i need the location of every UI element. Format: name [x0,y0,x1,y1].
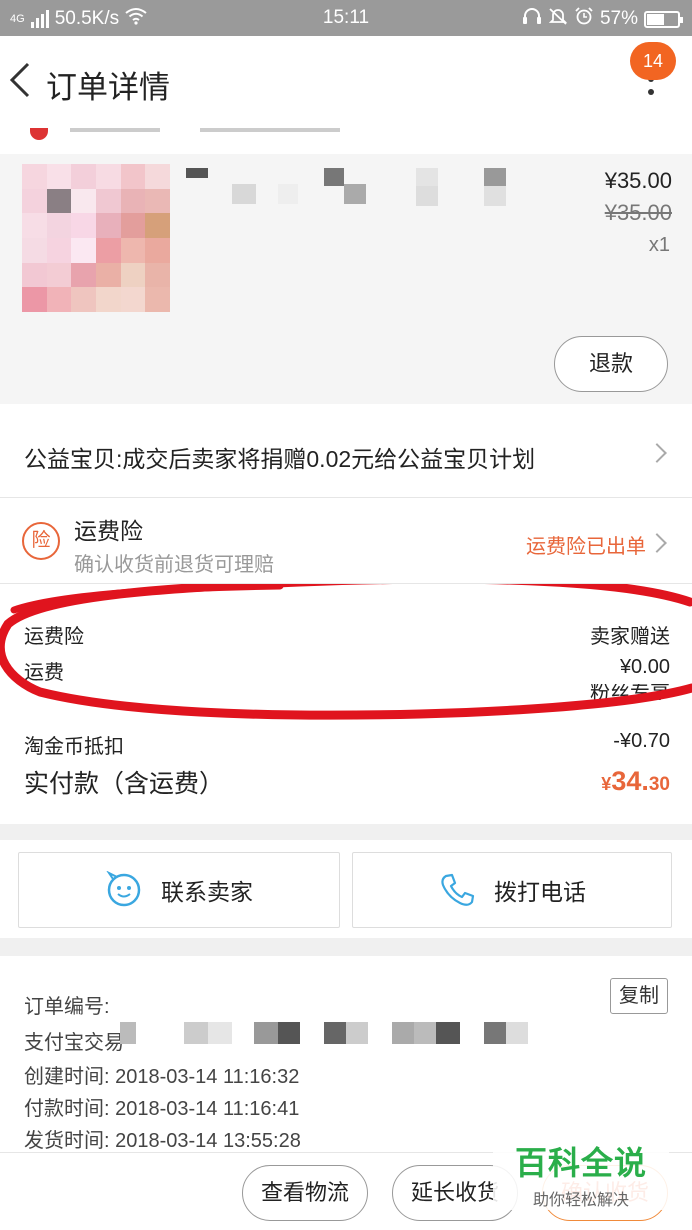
shop-row[interactable] [0,128,692,154]
fee-row: 淘金币抵扣 -¥0.70 [24,730,670,759]
fee-value: -¥0.70 [613,730,670,752]
contact-seller-button[interactable]: 联系卖家 [18,852,340,928]
product-title-blurred [186,168,546,228]
alipay-trade-label: 支付宝交易 [24,1032,124,1054]
fee-row: 运费险 卖家赠送 [24,620,670,649]
alipay-number-blurred [436,1022,460,1044]
shipped-time: 发货时间: 2018-03-14 13:55:28 [24,1130,301,1152]
insurance-title: 运费险 [74,518,143,544]
phone-icon [441,873,475,906]
fee-row: 运费 ¥0.00 [24,656,670,685]
insurance-status: 运费险已出单 [526,536,646,558]
message-count-badge[interactable]: 14 [630,42,676,80]
call-phone-button[interactable]: 拨打电话 [352,852,672,928]
alipay-number-blurred [120,1022,136,1044]
status-bar: 4G 50.5K/s 15:11 57% [0,0,692,36]
charity-text: 公益宝贝:成交后卖家将捐赠0.02元给公益宝贝计划 [24,446,536,472]
mute-bell-icon [548,7,568,31]
alipay-number-blurred [278,1022,300,1044]
chevron-right-icon [647,443,667,463]
product-price: ¥35.00 [604,168,672,193]
alipay-number-blurred [324,1022,346,1044]
product-item[interactable]: ¥35.00 ¥35.00 x1 退款 [0,154,692,404]
alarm-icon [574,7,594,31]
battery-percent: 57% [599,8,638,29]
shop-name-blurred [200,128,340,132]
fee-label: 运费 [24,662,64,684]
fee-value: 卖家赠送 [590,626,670,648]
insurance-subtitle: 确认收货前退货可理赔 [74,554,274,576]
headset-icon [522,7,542,31]
watermark-logo: 百科全说 助你轻松解决 [493,1120,669,1210]
total-label: 实付款（含运费） [24,770,225,798]
header: 订单详情 14 [0,36,692,128]
alipay-number-blurred [346,1022,368,1044]
shop-icon [30,128,48,140]
contact-seller-label: 联系卖家 [161,879,253,905]
copy-button[interactable]: 复制 [610,978,668,1014]
more-menu-icon[interactable] [646,76,656,126]
view-logistics-button[interactable]: 查看物流 [242,1165,368,1221]
refund-button[interactable]: 退款 [554,336,668,392]
product-quantity: x1 [648,234,670,256]
chat-bubble-icon [106,871,141,907]
alipay-number-blurred [506,1022,528,1044]
contact-section: 联系卖家 拨打电话 [0,840,692,938]
chevron-right-icon [647,533,667,553]
alipay-number-blurred [392,1022,414,1044]
total-amount: ¥34.30 [601,766,670,796]
charity-row[interactable]: 公益宝贝:成交后卖家将捐赠0.02元给公益宝贝计划 [0,404,692,498]
alipay-number-blurred [184,1022,208,1044]
page-title: 订单详情 [46,70,170,105]
back-arrow-icon[interactable] [8,60,38,104]
battery-icon [644,10,683,28]
call-phone-label: 拨打电话 [494,879,586,905]
alipay-number-blurred [484,1022,506,1044]
alipay-number-blurred [254,1022,278,1044]
created-time: 创建时间: 2018-03-14 11:16:32 [24,1066,300,1088]
shop-name-blurred [70,128,160,132]
fee-value: ¥0.00 [619,656,670,678]
order-number-label: 订单编号: [24,996,110,1018]
shipping-insurance-row[interactable]: 险 运费险 确认收货前退货可理赔 运费险已出单 [0,498,692,584]
alipay-number-blurred [208,1022,232,1044]
fee-label: 淘金币抵扣 [24,736,124,758]
fan-exclusive-partial: 粉丝专享 [590,684,670,700]
product-original-price: ¥35.00 [604,200,672,225]
insurance-icon: 险 [22,522,60,560]
fee-summary: 运费险 卖家赠送 运费 ¥0.00 粉丝专享 淘金币抵扣 -¥0.70 实付款（… [0,584,692,824]
alipay-number-blurred [414,1022,436,1044]
product-image[interactable] [22,164,170,312]
paid-time: 付款时间: 2018-03-14 11:16:41 [24,1098,300,1120]
fee-label: 运费险 [24,626,84,648]
